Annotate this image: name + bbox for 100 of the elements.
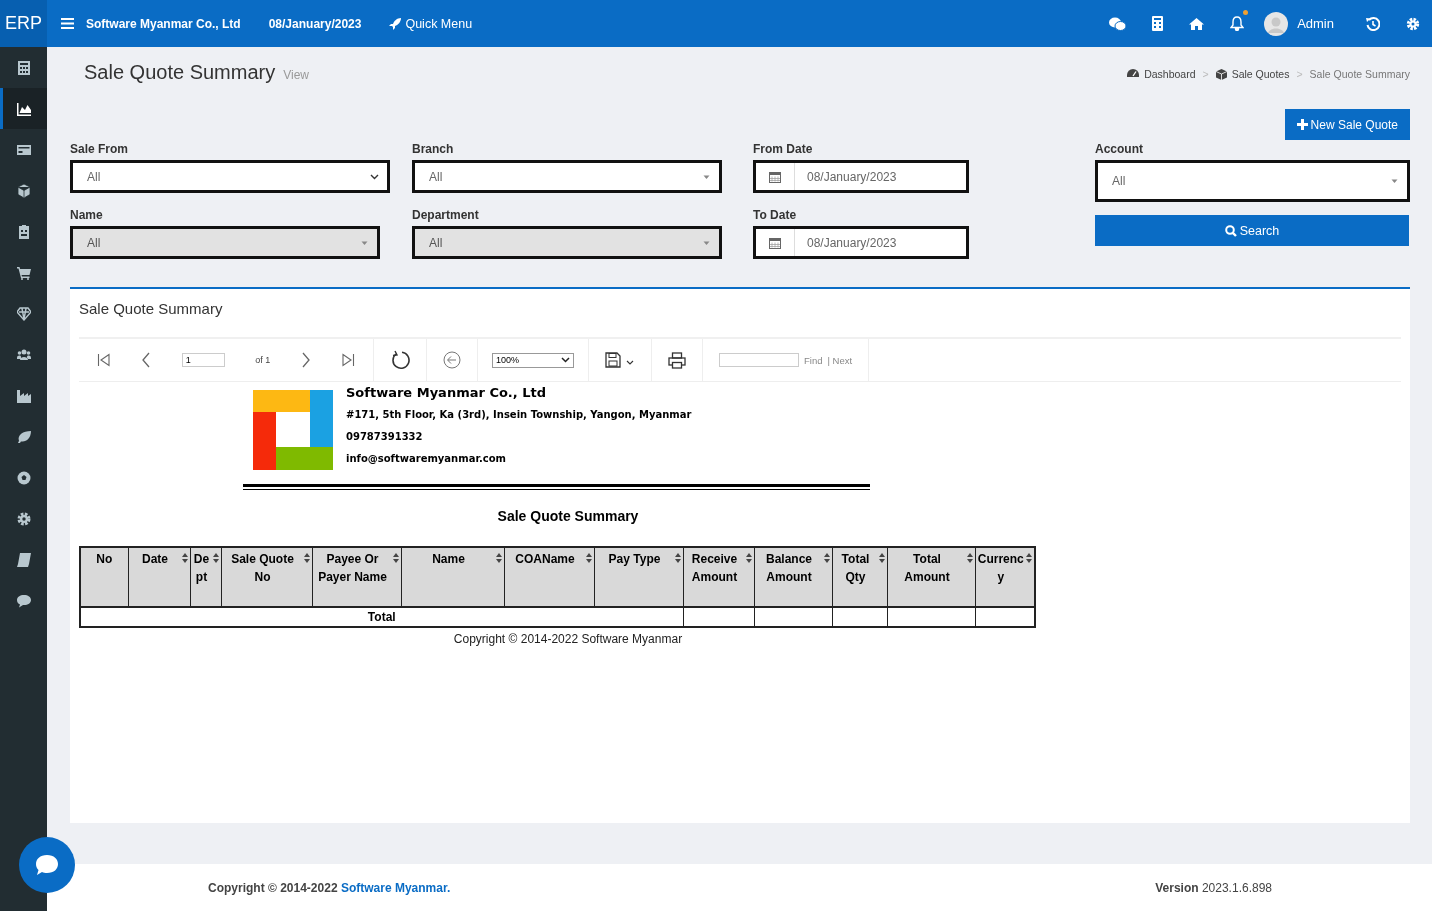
sort-icon: [392, 553, 399, 563]
card-icon: [16, 142, 31, 157]
breadcrumb-link[interactable]: Dashboard: [1144, 68, 1196, 80]
sort-icon: [303, 553, 310, 563]
home-icon[interactable]: [1189, 17, 1205, 30]
last-page-icon[interactable]: [340, 353, 355, 367]
calendar-icon: [769, 170, 781, 183]
field-label: Sale From: [70, 142, 130, 156]
cube-icon: [16, 183, 31, 198]
date-field[interactable]: 08/January/2023: [753, 226, 969, 259]
column-header[interactable]: Pay Type: [594, 547, 683, 607]
diamond-icon: [16, 306, 31, 321]
user-name[interactable]: Admin: [1297, 16, 1334, 31]
breadcrumb-link[interactable]: Sale Quotes: [1231, 68, 1290, 80]
column-header[interactable]: Name: [401, 547, 504, 607]
select-field[interactable]: All: [1095, 160, 1410, 202]
breadcrumb-current: Sale Quote Summary: [1309, 68, 1410, 80]
breadcrumb-separator: >: [1296, 68, 1303, 80]
current-date: 08/January/2023: [268, 16, 362, 31]
select-field[interactable]: All: [70, 160, 390, 193]
field-label: From Date: [753, 142, 814, 156]
footer-link[interactable]: Software Myanmar.: [340, 880, 451, 895]
next-link[interactable]: | Next: [827, 354, 853, 366]
new-sale-quote-button[interactable]: New Sale Quote: [1284, 109, 1410, 140]
sort-icon: [181, 553, 188, 563]
calculator-icon[interactable]: [1152, 16, 1164, 31]
save-icon[interactable]: [605, 352, 635, 368]
column-header: No: [80, 547, 128, 607]
search-button[interactable]: Search: [1095, 215, 1409, 246]
previous-page-icon[interactable]: [141, 352, 152, 368]
back-icon[interactable]: [443, 351, 461, 369]
page-title: Sale Quote Summary: [84, 61, 276, 84]
panel-title: Sale Quote Summary: [79, 289, 1401, 339]
chart-icon: [16, 101, 31, 116]
calculator-icon: [16, 60, 31, 75]
column-header[interactable]: Currency: [975, 547, 1035, 607]
sort-icon: [878, 553, 885, 563]
report-title: Sale Quote Summary: [496, 508, 640, 524]
avatar-icon[interactable]: [1264, 11, 1289, 36]
report-phone: 09787391332: [346, 431, 424, 444]
column-header[interactable]: Sale Quote No: [221, 547, 312, 607]
breadcrumb-separator: >: [1202, 68, 1209, 80]
caret-icon: [370, 173, 379, 180]
company-name: Software Myanmar Co., Ltd: [86, 16, 241, 31]
next-page-icon[interactable]: [300, 352, 311, 368]
sort-icon: [495, 553, 502, 563]
calendar-icon: [769, 236, 781, 249]
find-link[interactable]: Find: [804, 354, 823, 366]
comment-icon: [16, 593, 31, 608]
leaf-icon: [16, 429, 31, 444]
search-icon: [1224, 224, 1237, 237]
clipboard-icon: [16, 224, 31, 239]
caret-icon: [360, 239, 369, 246]
column-header[interactable]: Receive Amount: [683, 547, 754, 607]
column-header[interactable]: COAName: [504, 547, 594, 607]
bell-icon[interactable]: [1230, 16, 1245, 31]
plus-icon: [1296, 119, 1308, 130]
caret-icon: [561, 357, 570, 363]
refresh-icon[interactable]: [390, 350, 410, 370]
report-address: #171, 5th Floor, Ka (3rd), Insein Township, Yangon, Myanmar: [346, 409, 692, 422]
footer-copyright: Copyright © 2014-2022 Software Myanmar.: [208, 880, 451, 895]
date-field[interactable]: 08/January/2023: [753, 160, 969, 193]
cart-icon: [16, 265, 31, 280]
settings-icon[interactable]: [1406, 16, 1420, 31]
sidebar-item[interactable]: [0, 88, 47, 129]
column-header[interactable]: Total Amount: [887, 547, 975, 607]
quick-menu-link[interactable]: Quick Menu: [389, 16, 473, 31]
gauge-icon: [1127, 69, 1140, 79]
chat-icon[interactable]: [1109, 16, 1127, 31]
print-icon[interactable]: [668, 351, 686, 369]
column-header[interactable]: Total Qty: [832, 547, 887, 607]
cube-icon: [1215, 68, 1227, 80]
first-page-icon[interactable]: [97, 353, 111, 367]
total-label: Total: [80, 607, 683, 627]
select-field[interactable]: All: [412, 160, 722, 193]
find-field[interactable]: [719, 353, 799, 367]
sort-icon: [823, 553, 830, 563]
zoom-select[interactable]: 100%: [492, 352, 574, 368]
caret-icon: [1390, 178, 1399, 184]
column-header[interactable]: Balance Amount: [754, 547, 832, 607]
page-subtitle: View: [283, 68, 309, 82]
history-icon[interactable]: [1366, 16, 1380, 31]
page-number-field[interactable]: 1: [181, 353, 225, 367]
menu-icon[interactable]: [61, 18, 74, 29]
version-text: Version 2023.1.6.898: [1155, 880, 1272, 895]
factory-icon: [16, 388, 31, 403]
sort-icon: [212, 553, 219, 563]
column-header[interactable]: Dept: [190, 547, 221, 607]
report-copyright: Copyright © 2014-2022 Software Myanmar: [452, 632, 684, 646]
ball-icon: [16, 470, 31, 485]
app-logo[interactable]: ERP: [0, 0, 47, 47]
field-label: Account: [1095, 142, 1144, 156]
sort-icon: [1026, 553, 1032, 563]
field-label: Name: [70, 208, 104, 222]
sort-icon: [745, 553, 752, 563]
field-label: Branch: [412, 142, 455, 156]
page-count: of 1: [255, 355, 271, 365]
column-header[interactable]: Payee Or Payer Name: [312, 547, 401, 607]
column-header[interactable]: Date: [128, 547, 190, 607]
caret-icon: [702, 173, 711, 180]
